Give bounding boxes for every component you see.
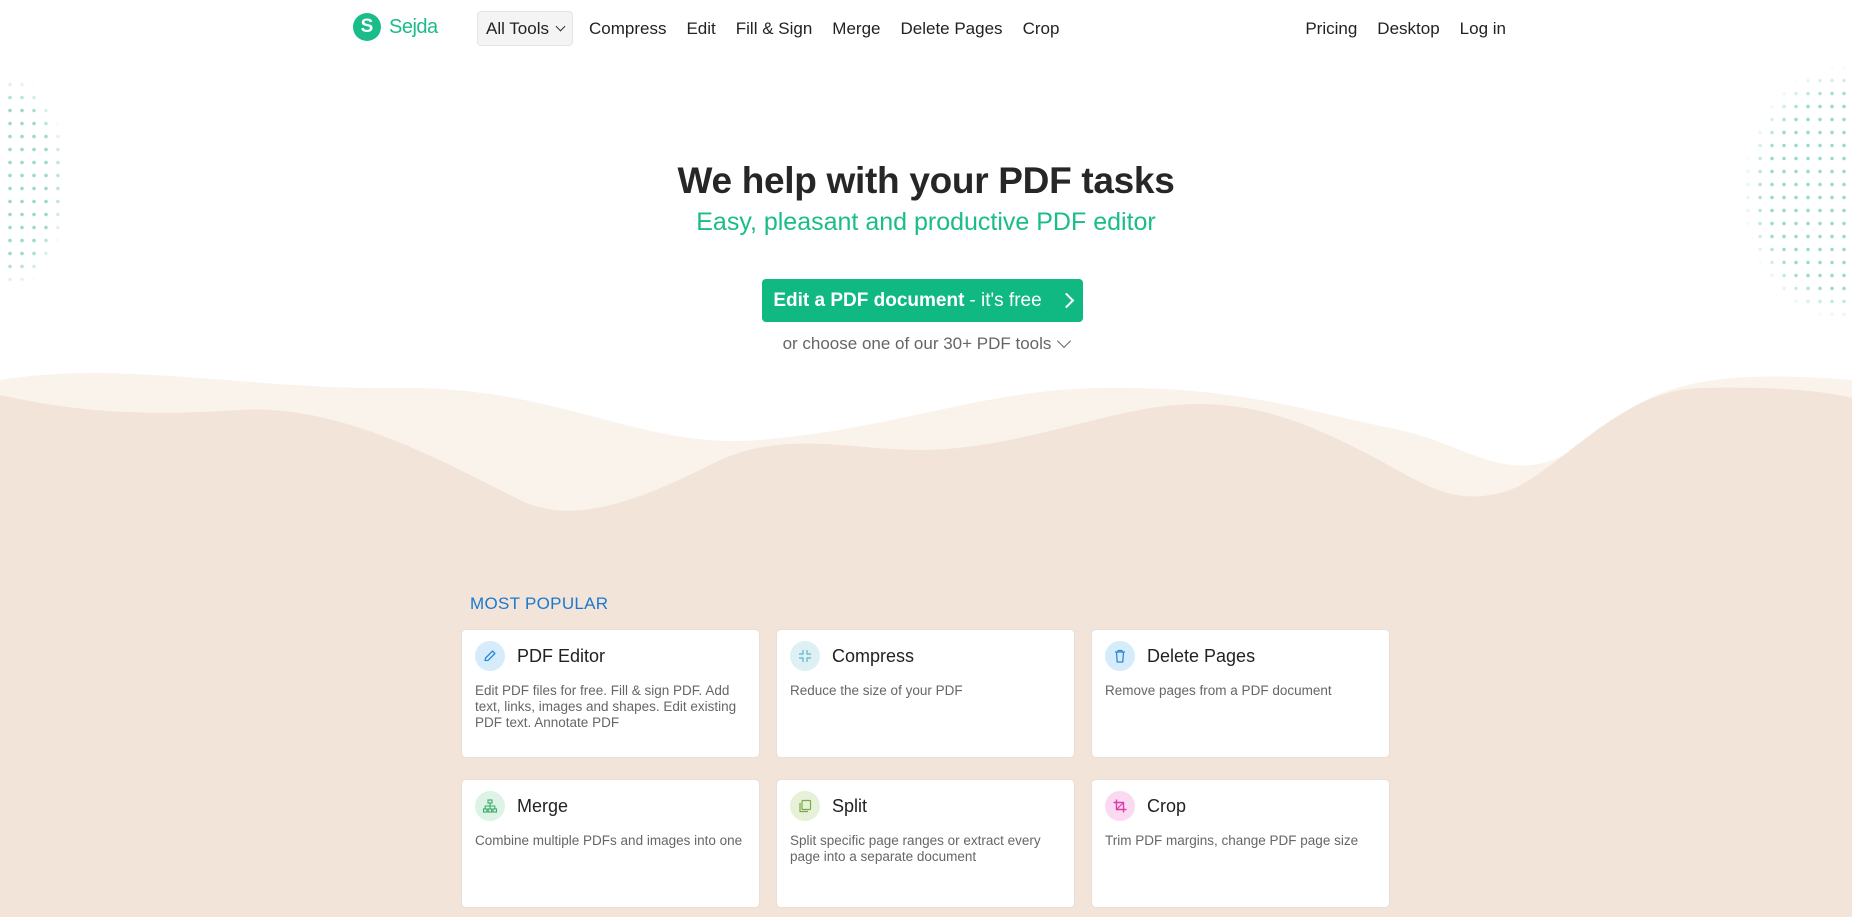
more-tools-label: or choose one of our 30+ PDF tools (782, 334, 1052, 353)
most-popular-heading: MOST POPULAR (470, 594, 609, 613)
crop-icon (1105, 791, 1135, 821)
tool-card-delete-pages[interactable]: Delete Pages Remove pages from a PDF doc… (1091, 629, 1390, 758)
all-tools-label: All Tools (486, 18, 549, 38)
chevron-right-icon (1058, 292, 1074, 309)
tool-card-split[interactable]: Split Split specific page ranges or extr… (776, 779, 1075, 908)
nav-link-fill-sign[interactable]: Fill & Sign (726, 11, 823, 46)
card-description: Edit PDF files for free. Fill & sign PDF… (475, 683, 737, 730)
chevron-down-icon (555, 21, 566, 32)
main-nav: All Tools Compress Edit Fill & Sign Merg… (477, 11, 1069, 46)
more-tools-toggle[interactable]: or choose one of our 30+ PDF tools (0, 333, 1852, 354)
card-description: Combine multiple PDFs and images into on… (475, 833, 743, 848)
nav-link-pricing[interactable]: Pricing (1295, 11, 1367, 46)
cta-label-free: - it's free (969, 289, 1042, 311)
tool-card-compress[interactable]: Compress Reduce the size of your PDF (776, 629, 1075, 758)
brand-name: Sejda (389, 15, 438, 38)
card-description: Trim PDF margins, change PDF page size (1105, 833, 1359, 848)
card-title: Compress (832, 645, 915, 666)
tool-card-crop[interactable]: Crop Trim PDF margins, change PDF page s… (1091, 779, 1390, 908)
card-description: Reduce the size of your PDF (790, 683, 963, 698)
wave-divider (0, 373, 1852, 530)
cta-label-strong: Edit a PDF document (773, 289, 965, 311)
nav-link-merge[interactable]: Merge (822, 11, 890, 46)
card-description: Split specific page ranges or extract ev… (790, 833, 1041, 864)
chevron-down-icon (1057, 333, 1072, 349)
all-tools-dropdown[interactable]: All Tools (477, 11, 573, 46)
pencil-icon (475, 641, 505, 671)
card-title: Crop (1147, 795, 1187, 816)
nav-link-edit[interactable]: Edit (676, 11, 725, 46)
hero-title: We help with your PDF tasks (677, 160, 1175, 201)
nav-link-login[interactable]: Log in (1450, 11, 1516, 46)
account-nav: Pricing Desktop Log in (1295, 11, 1516, 46)
trash-icon (1105, 641, 1135, 671)
nav-link-desktop[interactable]: Desktop (1367, 11, 1449, 46)
sejda-logo-link[interactable]: S Sejda (353, 13, 438, 41)
nav-link-crop[interactable]: Crop (1013, 11, 1070, 46)
compress-icon (790, 641, 820, 671)
merge-icon (475, 791, 505, 821)
top-navigation: S Sejda All Tools Compress Edit Fill & S… (0, 0, 1852, 56)
sejda-logo-icon: S (353, 13, 381, 41)
hero-subtitle: Easy, pleasant and productive PDF editor (696, 208, 1156, 236)
card-description: Remove pages from a PDF document (1105, 683, 1332, 698)
nav-link-compress[interactable]: Compress (579, 11, 676, 46)
split-icon (790, 791, 820, 821)
nav-link-delete-pages[interactable]: Delete Pages (890, 11, 1012, 46)
tool-card-merge[interactable]: Merge Combine multiple PDFs and images i… (461, 779, 760, 908)
card-title: Delete Pages (1147, 645, 1256, 666)
card-title: Split (832, 795, 868, 816)
card-title: PDF Editor (517, 645, 606, 666)
card-title: Merge (517, 795, 569, 816)
tool-card-pdf-editor[interactable]: PDF Editor Edit PDF files for free. Fill… (461, 629, 760, 758)
edit-pdf-cta-button[interactable]: Edit a PDF document - it's free (762, 279, 1083, 322)
